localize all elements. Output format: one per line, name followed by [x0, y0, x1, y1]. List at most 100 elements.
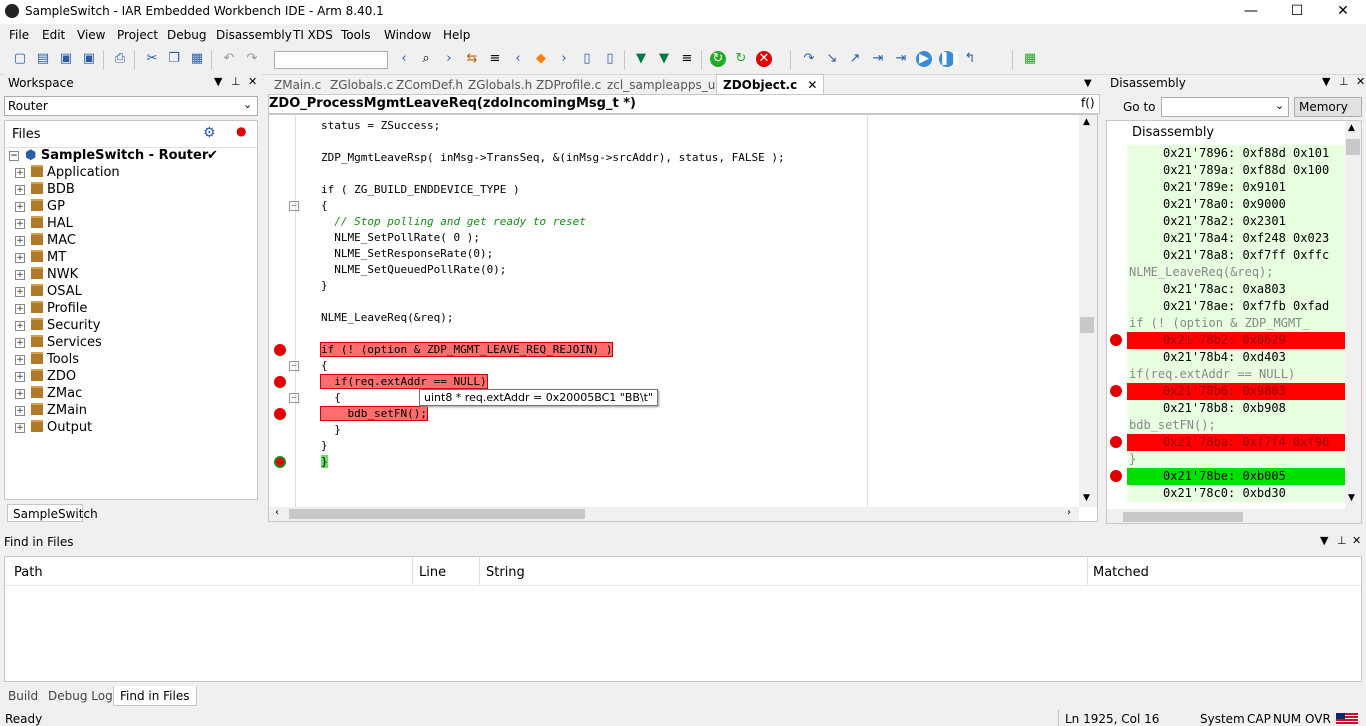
horizontal-scrollbar[interactable]: ‹ › — [269, 507, 1079, 521]
expand-icon[interactable]: + — [15, 321, 25, 331]
reset-target-icon[interactable]: ↰ — [962, 51, 978, 67]
panel-menu-icon[interactable]: ▼ — [1320, 534, 1328, 547]
disassembly-row[interactable]: 0x21'78b4: 0xd403 — [1127, 349, 1361, 366]
tab-zglobals-c[interactable]: ZGlobals.c — [330, 76, 393, 94]
menu-project[interactable]: Project — [117, 28, 158, 42]
menu-help[interactable]: Help — [443, 28, 470, 42]
maximize-button[interactable]: ☐ — [1274, 0, 1320, 24]
run-to-cursor-icon[interactable]: ⇥ — [893, 51, 909, 67]
prev-bookmark-icon[interactable]: ▯ — [579, 51, 595, 67]
tab-zdprofile[interactable]: ZDProfile.c — [536, 76, 601, 94]
tab-zglobals-h[interactable]: ZGlobals.h — [468, 76, 532, 94]
disassembly-view[interactable]: Disassembly 0x21'7896: 0xf88d 0x101 0x21'… — [1106, 120, 1362, 524]
code-line[interactable]: { — [321, 359, 328, 372]
code-editor[interactable]: status = ZSuccess; ZDP_MgmtLeaveRsp( inMs… — [268, 114, 1098, 522]
menu-view[interactable]: View — [77, 28, 105, 42]
breakpoint-icon[interactable] — [1110, 334, 1122, 346]
bookmark-icon[interactable]: ◆ — [533, 51, 549, 67]
pin-icon[interactable]: ⊥ — [231, 75, 241, 88]
tab-debug-log[interactable]: Debug Log — [48, 689, 113, 703]
menu-file[interactable]: File — [9, 28, 29, 42]
folder-node[interactable]: + HAL — [15, 215, 73, 232]
col-line[interactable]: Line — [419, 565, 446, 580]
folder-node[interactable]: + Application — [15, 164, 120, 181]
undo-icon[interactable]: ↶ — [221, 51, 237, 67]
tab-find-in-files[interactable]: Find in Files — [113, 686, 197, 706]
paste-icon[interactable]: ▦ — [189, 51, 205, 67]
new-file-icon[interactable]: ▢ — [12, 51, 28, 67]
scroll-thumb[interactable] — [1080, 317, 1094, 333]
expand-icon[interactable]: + — [15, 236, 25, 246]
find-results-list[interactable]: Path Line String Matched — [4, 556, 1362, 682]
disassembly-scrollbar[interactable]: ▲ ▼ — [1345, 121, 1361, 523]
folder-node[interactable]: + Output — [15, 419, 92, 436]
tab-build[interactable]: Build — [8, 689, 38, 703]
menu-tools[interactable]: Tools — [341, 28, 371, 42]
panel-close-icon[interactable]: ✕ — [1356, 75, 1365, 88]
folder-node[interactable]: + ZMac — [15, 385, 82, 402]
tab-zdobject[interactable]: ZDObject.c ✕ — [716, 74, 825, 96]
folder-node[interactable]: + NWK — [15, 266, 78, 283]
code-line[interactable]: NLME_SetResponseRate(0); — [321, 247, 493, 260]
expand-icon[interactable]: + — [15, 389, 25, 399]
folder-node[interactable]: + OSAL — [15, 283, 82, 300]
code-line[interactable]: { — [321, 391, 341, 404]
breakpoint-icon[interactable] — [1110, 436, 1122, 448]
expand-icon[interactable]: + — [15, 287, 25, 297]
cut-icon[interactable]: ✂ — [144, 51, 160, 67]
disassembly-row[interactable]: bdb_setFN(); — [1127, 417, 1351, 434]
panel-close-icon[interactable]: ✕ — [1352, 534, 1361, 547]
code-line[interactable]: } — [321, 279, 328, 292]
download-icon[interactable]: ▼ — [633, 51, 649, 67]
folder-node[interactable]: + MT — [15, 249, 66, 266]
configuration-select[interactable]: Router ⌄ — [4, 96, 258, 116]
tab-zcomdef[interactable]: ZComDef.h — [396, 76, 463, 94]
expand-icon[interactable]: + — [15, 338, 25, 348]
breakpoint-icon[interactable] — [1110, 385, 1122, 397]
workspace-tab[interactable]: SampleSwitch — [7, 504, 98, 522]
open-icon[interactable]: ▤ — [35, 51, 51, 67]
col-path[interactable]: Path — [14, 565, 43, 580]
menu-edit[interactable]: Edit — [42, 28, 65, 42]
code-line[interactable]: if(req.extAddr == NULL) — [320, 374, 488, 389]
disassembly-row[interactable]: if(req.extAddr == NULL) — [1127, 366, 1351, 383]
h-scroll-thumb[interactable] — [289, 509, 585, 519]
toggle-breakpoint-icon[interactable]: ≡ — [679, 51, 695, 67]
expand-icon[interactable]: + — [15, 423, 25, 433]
pin-icon[interactable]: ⊥ — [1337, 534, 1347, 547]
close-button[interactable]: ✕ — [1320, 0, 1366, 24]
tab-list-icon[interactable]: ▼ — [1084, 78, 1092, 89]
step-over-icon[interactable]: ↷ — [801, 51, 817, 67]
breakpoint-icon[interactable] — [274, 408, 286, 420]
folder-node[interactable]: + Tools — [15, 351, 79, 368]
code-line[interactable]: } — [321, 439, 328, 452]
folder-node[interactable]: + Security — [15, 317, 100, 334]
minimize-button[interactable]: — — [1228, 0, 1274, 24]
next-statement-icon[interactable]: ⇥ — [870, 51, 886, 67]
menu-debug[interactable]: Debug — [167, 28, 206, 42]
navigate-forward-icon[interactable]: › — [556, 51, 572, 67]
menu-window[interactable]: Window — [384, 28, 431, 42]
breakpoint-icon[interactable] — [1110, 470, 1122, 482]
panel-close-icon[interactable]: ✕ — [248, 75, 257, 88]
collapse-icon[interactable]: − — [9, 151, 19, 161]
disassembly-row[interactable]: 0x21'78a4: 0xf248 0x023 — [1127, 230, 1361, 247]
disassembly-row[interactable]: 0x21'789e: 0x9101 — [1127, 179, 1361, 196]
disassembly-h-scrollbar[interactable] — [1107, 509, 1345, 523]
expand-icon[interactable]: + — [15, 304, 25, 314]
goto-input[interactable]: ⌄ — [1161, 97, 1289, 117]
disassembly-row[interactable]: 0x21'78c0: 0xbd30 — [1127, 485, 1361, 502]
code-line[interactable]: status = ZSuccess; — [321, 119, 440, 132]
expand-icon[interactable]: + — [15, 219, 25, 229]
disassembly-row[interactable]: 0x21'78a2: 0x2301 — [1127, 213, 1361, 230]
save-icon[interactable]: ▣ — [58, 51, 74, 67]
expand-icon[interactable]: + — [15, 202, 25, 212]
navigate-back-icon[interactable]: ‹ — [510, 51, 526, 67]
make-icon[interactable]: ↻ — [710, 51, 726, 67]
disassembly-row[interactable]: 0x21'78b2: 0x0629 — [1127, 332, 1361, 349]
memory-button[interactable]: Memory — [1294, 97, 1362, 117]
tab-zmain[interactable]: ZMain.c — [274, 76, 321, 94]
folder-node[interactable]: + GP — [15, 198, 65, 215]
stop-debug-icon[interactable]: ✕ — [756, 51, 772, 67]
disassembly-row[interactable]: 0x21'78a0: 0x9000 — [1127, 196, 1361, 213]
